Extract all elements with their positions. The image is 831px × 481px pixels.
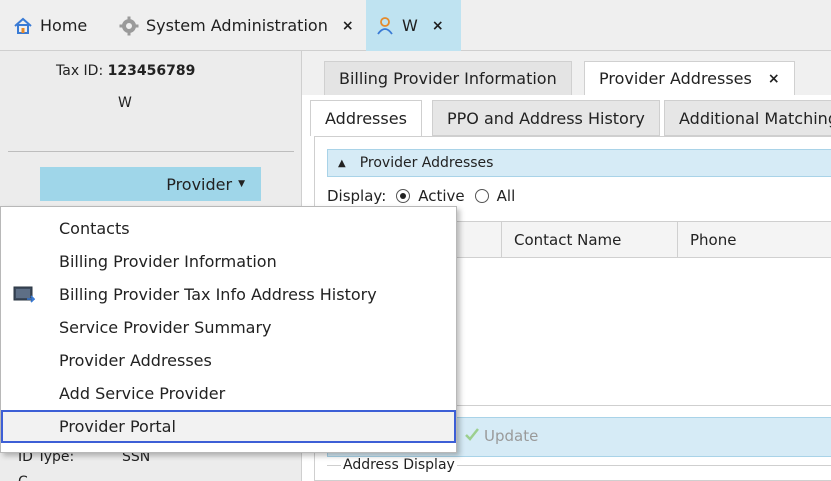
update-label: Update [484,427,539,445]
radio-all[interactable] [474,189,489,203]
update-button[interactable]: Update [464,426,538,446]
menu-item-label: Provider Addresses [59,351,212,370]
display-label: Display: [327,187,387,205]
display-filter: Display: Active All [327,187,515,205]
tax-id-label: Tax ID: [56,63,104,79]
tax-id-value: 123456789 [107,63,196,79]
tab-label: Provider Addresses [599,69,752,88]
menu-item-service-provider-summary[interactable]: Service Provider Summary [1,311,456,344]
menu-item-provider-addresses[interactable]: Provider Addresses [1,344,456,377]
subtab-ppo-address-history[interactable]: PPO and Address History [432,100,660,136]
menu-item-contacts[interactable]: Contacts [1,212,456,245]
column-header-phone[interactable]: Phone [678,222,831,258]
tab-home[interactable]: Home [12,0,87,51]
tab-w-label: W [402,16,418,35]
menu-item-provider-portal[interactable]: Provider Portal [1,410,456,443]
subtab-label: Additional Matching [679,108,831,128]
menu-item-label: Provider Portal [59,417,176,436]
tab-provider-addresses[interactable]: Provider Addresses × [584,61,795,95]
tax-id: Tax ID: 123456789 [56,63,195,79]
subtab-label: Addresses [325,109,407,128]
tab-home-label: Home [40,16,88,35]
tab-system-administration-label: System Administration [146,16,328,35]
provider-menu: Contacts Billing Provider Information Bi… [0,206,457,453]
tab-billing-provider-information[interactable]: Billing Provider Information [324,61,572,95]
detail-tabs: Billing Provider Information Provider Ad… [302,51,831,95]
monitor-icon [13,286,36,304]
sub-tabs: Addresses PPO and Address History Additi… [310,100,831,136]
menu-item-tax-info-address-history[interactable]: Billing Provider Tax Info Address Histor… [1,278,456,311]
subtab-additional-matching[interactable]: Additional Matching [664,100,831,136]
provider-dropdown-button[interactable]: Provider ▼ [40,167,261,201]
tab-label: Billing Provider Information [339,69,557,88]
close-icon[interactable]: × [768,71,780,87]
menu-item-label: Service Provider Summary [59,318,272,337]
divider [8,151,294,152]
menu-item-label: Contacts [59,219,130,238]
subtab-label: PPO and Address History [447,108,645,128]
home-icon [12,15,34,37]
subtab-addresses[interactable]: Addresses [310,100,422,136]
section-title: Provider Addresses [359,155,494,171]
close-icon[interactable]: × [342,18,354,34]
radio-all-label[interactable]: All [497,187,516,205]
radio-active[interactable] [396,189,411,203]
collapse-icon[interactable]: ▲ [338,158,346,169]
caret-down-icon: ▼ [238,179,245,189]
radio-active-label[interactable]: Active [418,187,464,205]
user-icon [374,15,396,37]
provider-button-label: Provider [166,174,233,194]
gear-icon [118,15,140,37]
column-header-contact-name[interactable]: Contact Name [502,222,678,258]
menu-item-label: Billing Provider Tax Info Address Histor… [59,285,377,304]
tab-system-administration[interactable]: System Administration × [118,0,354,51]
menu-item-label: Billing Provider Information [59,252,277,271]
address-display-group: Address Display [327,457,831,481]
menu-item-label: Add Service Provider [59,384,226,403]
menu-item-billing-provider-information[interactable]: Billing Provider Information [1,245,456,278]
menu-item-add-service-provider[interactable]: Add Service Provider [1,377,456,410]
section-header[interactable]: ▲ Provider Addresses [327,149,831,177]
close-icon[interactable]: × [432,18,444,34]
check-icon [464,426,480,446]
provider-name: W [118,95,132,111]
tab-w[interactable]: W × [366,0,461,51]
cutoff-label: C [18,474,28,481]
top-tab-strip: Home System Administration × W × [0,0,831,51]
address-display-label: Address Display [341,457,457,473]
